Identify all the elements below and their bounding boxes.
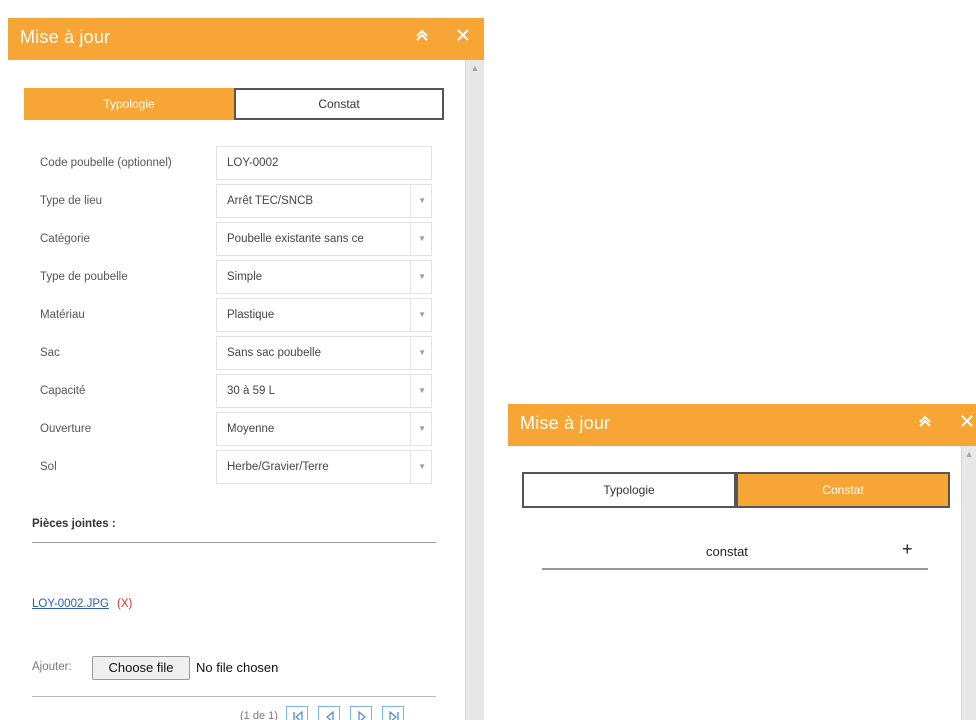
field-label: Ouverture [40,423,92,435]
tab-label: Constat [822,483,864,497]
choose-file-label: Choose file [108,660,174,675]
field-sol: Sol Herbe/Gravier/Terre ▼ [32,450,436,487]
file-status: No file chosen [196,660,279,675]
dropdown-separator [410,413,411,445]
constat-title: constat [706,544,748,559]
attachment-link[interactable]: LOY-0002.JPG [32,598,109,610]
field-label: Code poubelle (optionnel) [40,157,172,169]
field-materiau: Matériau Plastique ▼ [32,298,436,335]
dropdown-separator [410,185,411,217]
type-de-poubelle-select[interactable]: Simple ▼ [216,260,432,294]
code-poubelle-input[interactable]: LOY-0002 [216,146,432,180]
field-code-poubelle: Code poubelle (optionnel) LOY-0002 [32,146,436,183]
dropdown-arrow-icon[interactable]: ▼ [418,348,426,357]
choose-file-button[interactable]: Choose file [92,656,190,680]
dropdown-separator [410,261,411,293]
dropdown-separator [410,451,411,483]
tab-label: Typologie [103,97,155,111]
field-value: Simple [227,271,263,283]
pager-text: (1 de 1) [240,710,278,720]
capacite-select[interactable]: 30 à 59 L ▼ [216,374,432,408]
attachment-delete[interactable]: (X) [117,598,132,610]
panel-title: Mise à jour [520,413,611,433]
add-constat-button[interactable]: + [902,540,913,558]
dropdown-arrow-icon[interactable]: ▼ [418,424,426,433]
dropdown-arrow-icon[interactable]: ▼ [418,272,426,281]
tab-constat[interactable]: Constat [736,472,950,508]
panel-header: Mise à jour [8,18,484,60]
close-icon[interactable] [960,412,974,433]
materiau-select[interactable]: Plastique ▼ [216,298,432,332]
tab-typologie[interactable]: Typologie [24,88,234,120]
scrollbar[interactable]: ▲ [465,60,484,720]
first-page-button[interactable] [286,706,308,720]
dropdown-separator [410,299,411,331]
field-value: Arrêt TEC/SNCB [227,195,314,207]
scroll-up-icon[interactable]: ▲ [466,60,484,76]
previous-page-button[interactable] [318,706,340,720]
update-panel-typologie: Mise à jour ▲ Typologie Constat Code pou… [8,18,484,720]
dropdown-arrow-icon[interactable]: ▼ [418,234,426,243]
field-value: Herbe/Gravier/Terre [227,461,329,473]
field-ouverture: Ouverture Moyenne ▼ [32,412,436,449]
categorie-select[interactable]: Poubelle existante sans ce ▼ [216,222,432,256]
field-type-de-lieu: Type de lieu Arrêt TEC/SNCB ▼ [32,184,436,221]
tab-constat[interactable]: Constat [234,88,444,120]
dropdown-arrow-icon[interactable]: ▼ [418,386,426,395]
panel-title: Mise à jour [20,27,111,47]
dropdown-separator [410,337,411,369]
field-value: Plastique [227,309,275,321]
dropdown-arrow-icon[interactable]: ▼ [418,462,426,471]
field-type-de-poubelle: Type de poubelle Simple ▼ [32,260,436,297]
field-label: Catégorie [40,233,90,245]
scroll-up-icon[interactable]: ▲ [962,446,976,462]
tab-label: Constat [318,97,360,111]
field-value: Sans sac poubelle [227,347,321,359]
dropdown-arrow-icon[interactable]: ▼ [418,310,426,319]
dropdown-arrow-icon[interactable]: ▼ [418,196,426,205]
sol-select[interactable]: Herbe/Gravier/Terre ▼ [216,450,432,484]
sac-select[interactable]: Sans sac poubelle ▼ [216,336,432,370]
update-panel-constat: Mise à jour ▲ Typologie Constat constat … [508,404,976,720]
attachments-title: Pièces jointes : [32,518,116,530]
field-categorie: Catégorie Poubelle existante sans ce ▼ [32,222,436,259]
field-label: Sac [40,347,60,359]
field-value: Poubelle existante sans ce [227,233,364,245]
field-label: Type de poubelle [40,271,128,283]
field-value: Moyenne [227,423,275,435]
field-value: 30 à 59 L [227,385,275,397]
field-value: LOY-0002 [227,157,279,169]
pager-divider [32,696,436,697]
tab-typologie[interactable]: Typologie [522,472,736,508]
last-page-button[interactable] [382,706,404,720]
tab-label: Typologie [603,483,655,497]
field-capacite: Capacité 30 à 59 L ▼ [32,374,436,411]
attachments-divider [32,542,436,543]
collapse-icon[interactable] [918,412,932,433]
add-attachment-label: Ajouter: [32,661,72,673]
dropdown-separator [410,223,411,255]
collapse-icon[interactable] [415,26,429,47]
type-de-lieu-select[interactable]: Arrêt TEC/SNCB ▼ [216,184,432,218]
panel-header: Mise à jour [508,404,976,446]
dropdown-separator [410,375,411,407]
field-label: Capacité [40,385,86,397]
field-label: Type de lieu [40,195,103,207]
constat-divider [542,568,928,570]
field-label: Matériau [40,309,85,321]
ouverture-select[interactable]: Moyenne ▼ [216,412,432,446]
field-sac: Sac Sans sac poubelle ▼ [32,336,436,373]
close-icon[interactable] [456,26,470,47]
scrollbar[interactable]: ▲ [961,446,976,720]
next-page-button[interactable] [350,706,372,720]
field-label: Sol [40,461,57,473]
